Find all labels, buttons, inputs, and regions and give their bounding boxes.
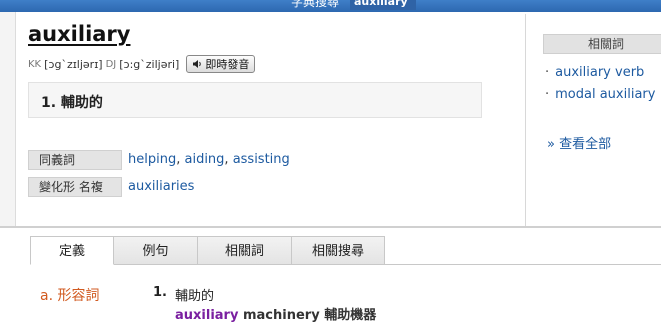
top-search-bar: 字典搜尋 auxiliary <box>0 0 661 12</box>
synonyms-values: helping, aiding, assisting <box>128 152 290 167</box>
related-item-label[interactable]: auxiliary verb <box>555 65 644 80</box>
headword: auxiliary <box>28 22 131 46</box>
kk-label: KK <box>28 58 42 70</box>
sense-number: 1. <box>153 285 167 300</box>
tab-bar: 定義 例句 相關詞 相關搜尋 <box>30 236 385 265</box>
related-item[interactable]: · auxiliary verb <box>545 65 644 80</box>
inflection-label: 變化形 名複 <box>28 177 122 197</box>
related-header: 相關詞 <box>543 34 661 54</box>
section-divider <box>0 226 661 228</box>
kk-phonetic: [ɔg`zɪljərɪ] <box>44 57 103 71</box>
dj-phonetic: [ɔ:g`ziljəri] <box>119 57 180 71</box>
related-item-label[interactable]: modal auxiliary <box>555 87 655 102</box>
example-headword: auxiliary <box>175 308 239 323</box>
sense-text: 輔助的 <box>175 289 215 304</box>
tab-related-words[interactable]: 相關詞 <box>198 236 292 265</box>
tab-definition[interactable]: 定義 <box>30 236 114 265</box>
example-sentence: auxiliary machinery 輔助機器 <box>175 304 376 323</box>
synonym-link[interactable]: aiding <box>184 152 224 167</box>
example-rest: machinery 輔助機器 <box>238 308 377 323</box>
definition-text: 1. 輔助的 <box>41 95 103 111</box>
pronunciation: KK [ɔg`zɪljərɪ] DJ [ɔ:g`ziljəri] 即時發音 <box>28 55 256 73</box>
dj-label: DJ <box>105 58 117 70</box>
related-item[interactable]: · modal auxiliary <box>545 87 655 102</box>
left-gutter <box>0 12 16 226</box>
view-all-link[interactable]: » 查看全部 <box>547 133 611 152</box>
synonym-link[interactable]: helping <box>128 152 176 167</box>
inflection-link[interactable]: auxiliaries <box>128 179 194 194</box>
inflection-values: auxiliaries <box>128 177 194 197</box>
topbar-title: 字典搜尋 <box>291 0 340 9</box>
speaker-icon <box>193 60 202 68</box>
synonyms-label: 同義詞 <box>28 150 122 170</box>
play-sound-label: 即時發音 <box>205 58 250 71</box>
tab-related-searches[interactable]: 相關搜尋 <box>292 236 385 265</box>
synonym-link[interactable]: assisting <box>233 152 290 167</box>
tab-examples[interactable]: 例句 <box>114 236 198 265</box>
part-of-speech: a. 形容詞 <box>40 288 100 304</box>
search-input[interactable]: auxiliary <box>350 0 416 10</box>
definition-box: 1. 輔助的 <box>28 82 482 118</box>
play-sound-button[interactable]: 即時發音 <box>186 55 256 73</box>
